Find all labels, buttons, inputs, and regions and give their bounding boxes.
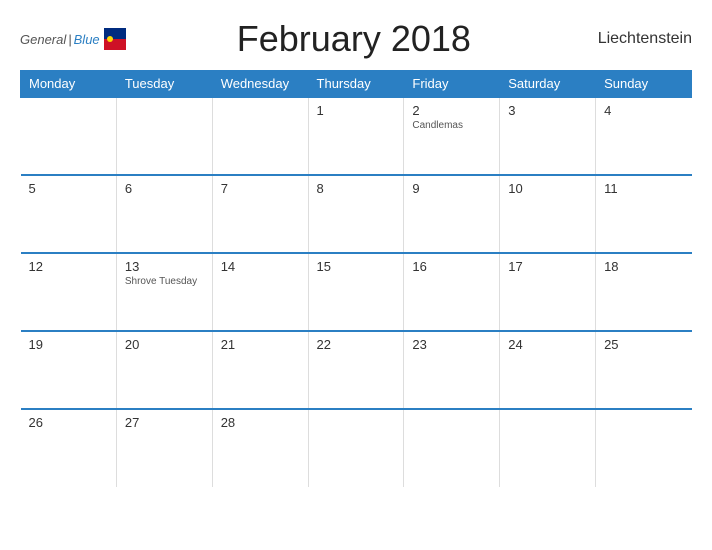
weekday-header-saturday: Saturday <box>500 71 596 98</box>
weekday-header-friday: Friday <box>404 71 500 98</box>
logo-flag-icon <box>104 28 126 50</box>
calendar-cell: 27 <box>116 409 212 487</box>
day-number: 1 <box>317 103 396 118</box>
weekday-header-wednesday: Wednesday <box>212 71 308 98</box>
calendar-cell <box>116 97 212 175</box>
day-number: 3 <box>508 103 587 118</box>
calendar-cell: 26 <box>21 409 117 487</box>
calendar-week-3: 19 20 21 22 23 24 25 <box>21 331 692 409</box>
calendar-header-row: MondayTuesdayWednesdayThursdayFridaySatu… <box>21 71 692 98</box>
calendar-cell: 4 <box>596 97 692 175</box>
calendar-cell: 24 <box>500 331 596 409</box>
calendar-cell <box>500 409 596 487</box>
logo-text-general: General <box>20 32 66 47</box>
day-number: 17 <box>508 259 587 274</box>
calendar-header: General | Blue February 2018 Liechtenste… <box>20 18 692 60</box>
calendar-cell <box>21 97 117 175</box>
day-number: 14 <box>221 259 300 274</box>
calendar-cell: 6 <box>116 175 212 253</box>
day-number: 24 <box>508 337 587 352</box>
day-number: 15 <box>317 259 396 274</box>
day-number: 23 <box>412 337 491 352</box>
logo: General | Blue <box>20 28 126 50</box>
calendar-week-2: 12 13 Shrove Tuesday 14 15 16 17 18 <box>21 253 692 331</box>
calendar-cell: 5 <box>21 175 117 253</box>
calendar-week-4: 26 27 28 <box>21 409 692 487</box>
calendar-cell <box>404 409 500 487</box>
calendar-cell: 2 Candlemas <box>404 97 500 175</box>
country-name: Liechtenstein <box>582 30 692 48</box>
day-number: 9 <box>412 181 491 196</box>
calendar-cell: 25 <box>596 331 692 409</box>
calendar-cell: 16 <box>404 253 500 331</box>
day-number: 16 <box>412 259 491 274</box>
calendar-cell <box>596 409 692 487</box>
day-event: Shrove Tuesday <box>125 276 204 287</box>
day-number: 19 <box>29 337 108 352</box>
day-number: 10 <box>508 181 587 196</box>
day-number: 13 <box>125 259 204 274</box>
calendar-cell: 12 <box>21 253 117 331</box>
calendar-cell <box>308 409 404 487</box>
calendar-cell: 1 <box>308 97 404 175</box>
calendar-page: General | Blue February 2018 Liechtenste… <box>0 0 712 550</box>
day-number: 11 <box>604 181 683 196</box>
day-number: 5 <box>29 181 108 196</box>
calendar-cell: 3 <box>500 97 596 175</box>
day-number: 12 <box>29 259 108 274</box>
day-number: 6 <box>125 181 204 196</box>
day-number: 28 <box>221 415 300 430</box>
weekday-header-monday: Monday <box>21 71 117 98</box>
calendar-cell: 10 <box>500 175 596 253</box>
calendar-cell: 9 <box>404 175 500 253</box>
weekday-header-sunday: Sunday <box>596 71 692 98</box>
day-number: 18 <box>604 259 683 274</box>
weekday-header-thursday: Thursday <box>308 71 404 98</box>
calendar-cell: 15 <box>308 253 404 331</box>
calendar-cell: 23 <box>404 331 500 409</box>
calendar-cell: 14 <box>212 253 308 331</box>
calendar-cell <box>212 97 308 175</box>
day-number: 4 <box>604 103 683 118</box>
day-number: 21 <box>221 337 300 352</box>
calendar-cell: 18 <box>596 253 692 331</box>
calendar-cell: 8 <box>308 175 404 253</box>
calendar-cell: 20 <box>116 331 212 409</box>
weekday-header-tuesday: Tuesday <box>116 71 212 98</box>
day-number: 25 <box>604 337 683 352</box>
calendar-cell: 7 <box>212 175 308 253</box>
day-event: Candlemas <box>412 120 491 131</box>
day-number: 7 <box>221 181 300 196</box>
day-number: 26 <box>29 415 108 430</box>
day-number: 27 <box>125 415 204 430</box>
calendar-cell: 11 <box>596 175 692 253</box>
calendar-week-0: 1 2 Candlemas 3 4 <box>21 97 692 175</box>
calendar-cell: 13 Shrove Tuesday <box>116 253 212 331</box>
day-number: 2 <box>412 103 491 118</box>
calendar-week-1: 5 6 7 8 9 10 11 <box>21 175 692 253</box>
day-number: 22 <box>317 337 396 352</box>
calendar-cell: 19 <box>21 331 117 409</box>
calendar-table: MondayTuesdayWednesdayThursdayFridaySatu… <box>20 70 692 487</box>
day-number: 20 <box>125 337 204 352</box>
calendar-title: February 2018 <box>126 18 582 60</box>
calendar-cell: 21 <box>212 331 308 409</box>
calendar-cell: 17 <box>500 253 596 331</box>
logo-text-blue: Blue <box>74 32 100 47</box>
calendar-cell: 22 <box>308 331 404 409</box>
calendar-cell: 28 <box>212 409 308 487</box>
day-number: 8 <box>317 181 396 196</box>
